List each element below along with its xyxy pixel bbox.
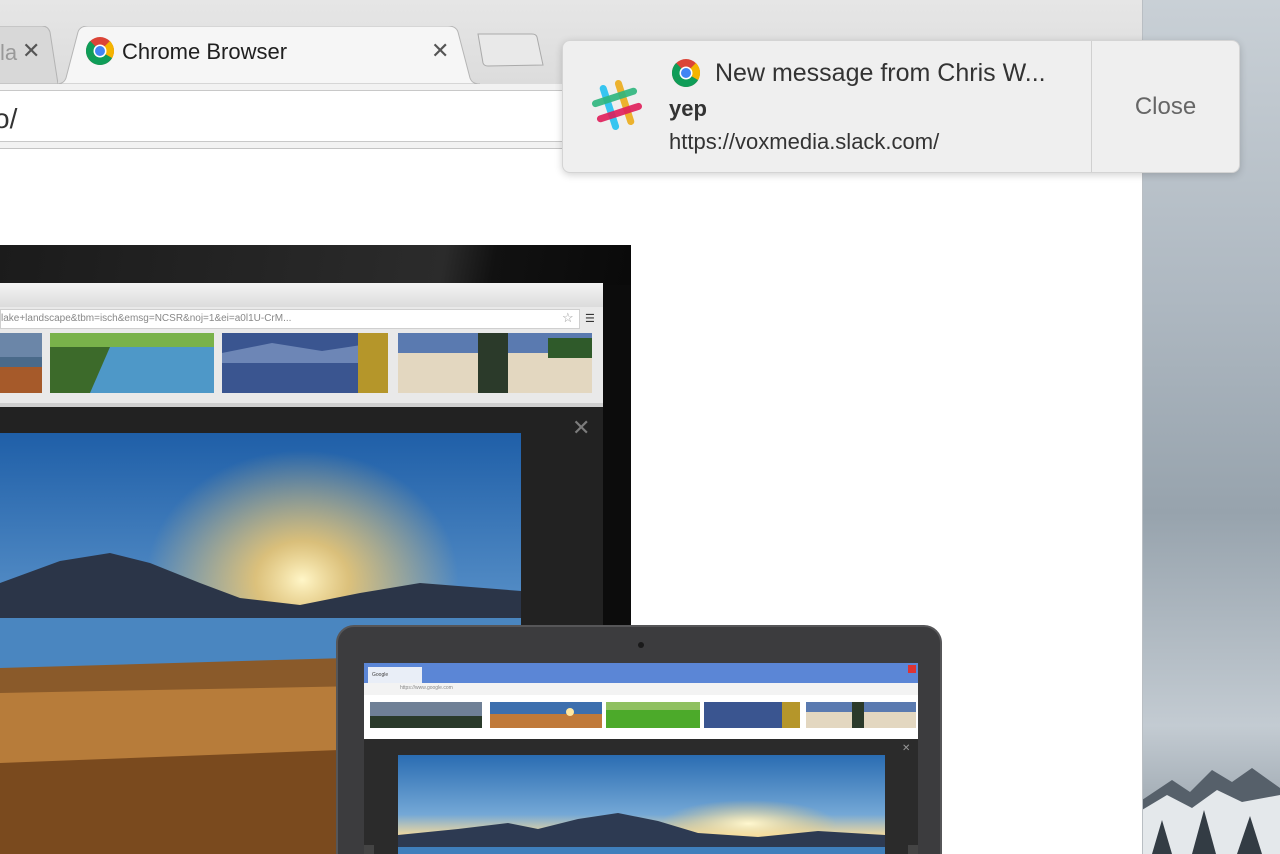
laptop-url-text: https://www.google.com [400,685,453,691]
desktop-wallpaper [1142,768,1280,854]
close-icon[interactable]: ✕ [572,415,590,441]
notification-origin: https://voxmedia.slack.com/ [669,129,940,154]
tab-previous[interactable]: la ✕ [0,26,58,84]
chevron-left-icon: ‹ [364,845,374,854]
desktop-notification[interactable]: New message from Chris W... yep https://… [562,40,1240,173]
chrome-icon [671,59,701,87]
tab-close-icon[interactable]: ✕ [22,38,40,64]
new-tab-button[interactable] [476,33,544,67]
notification-title: New message from Chris W... [715,59,1046,87]
camera-dot [638,642,644,648]
thumbnail-image [370,702,482,728]
laptop-tab: Google [368,667,422,683]
thumbnail-image [398,333,592,393]
illustration-tabstrip [0,283,603,307]
thumbnail-image [606,702,700,728]
thumbnail-image [50,333,214,393]
page-content: lake+landscape&tbm=isch&emsg=NCSR&noj=1&… [0,149,1142,854]
star-icon: ☆ [562,310,574,325]
menu-icon: ☰ [585,313,595,325]
notification-body: yep [669,96,707,121]
monitor-bezel [0,245,631,285]
thumbnail-image [0,333,42,393]
thumbnail-image [222,333,388,393]
laptop-thumbnail-strip [364,695,918,739]
laptop-browser-tabstrip: Google [364,663,918,683]
chevron-right-icon: › [908,845,918,854]
tab-active[interactable]: Chrome Browser ✕ [56,26,480,84]
tab-title: la [0,40,18,65]
notification-close-button[interactable]: Close [1092,41,1239,172]
laptop-illustration: Google https://www.google.com ✕ ‹ › [336,625,942,854]
illustration-url-text: lake+landscape&tbm=isch&emsg=NCSR&noj=1&… [1,313,292,324]
tab-title: Chrome Browser [122,39,288,64]
landscape-photo [398,755,885,854]
thumbnail-image [806,702,916,728]
laptop-screen: Google https://www.google.com ✕ ‹ › [364,663,918,854]
window-close-icon [908,665,916,673]
chrome-icon [85,37,115,65]
thumbnail-image [704,702,800,728]
laptop-url-bar: https://www.google.com [364,683,918,695]
thumbnail-image [490,702,602,728]
slack-icon [592,80,642,130]
address-text: o/ [0,103,18,134]
illustration-browser: lake+landscape&tbm=isch&emsg=NCSR&noj=1&… [0,283,603,407]
close-icon: ✕ [902,743,911,754]
tab-close-icon[interactable]: ✕ [431,38,449,64]
illustration-url-bar: lake+landscape&tbm=isch&emsg=NCSR&noj=1&… [0,309,580,329]
